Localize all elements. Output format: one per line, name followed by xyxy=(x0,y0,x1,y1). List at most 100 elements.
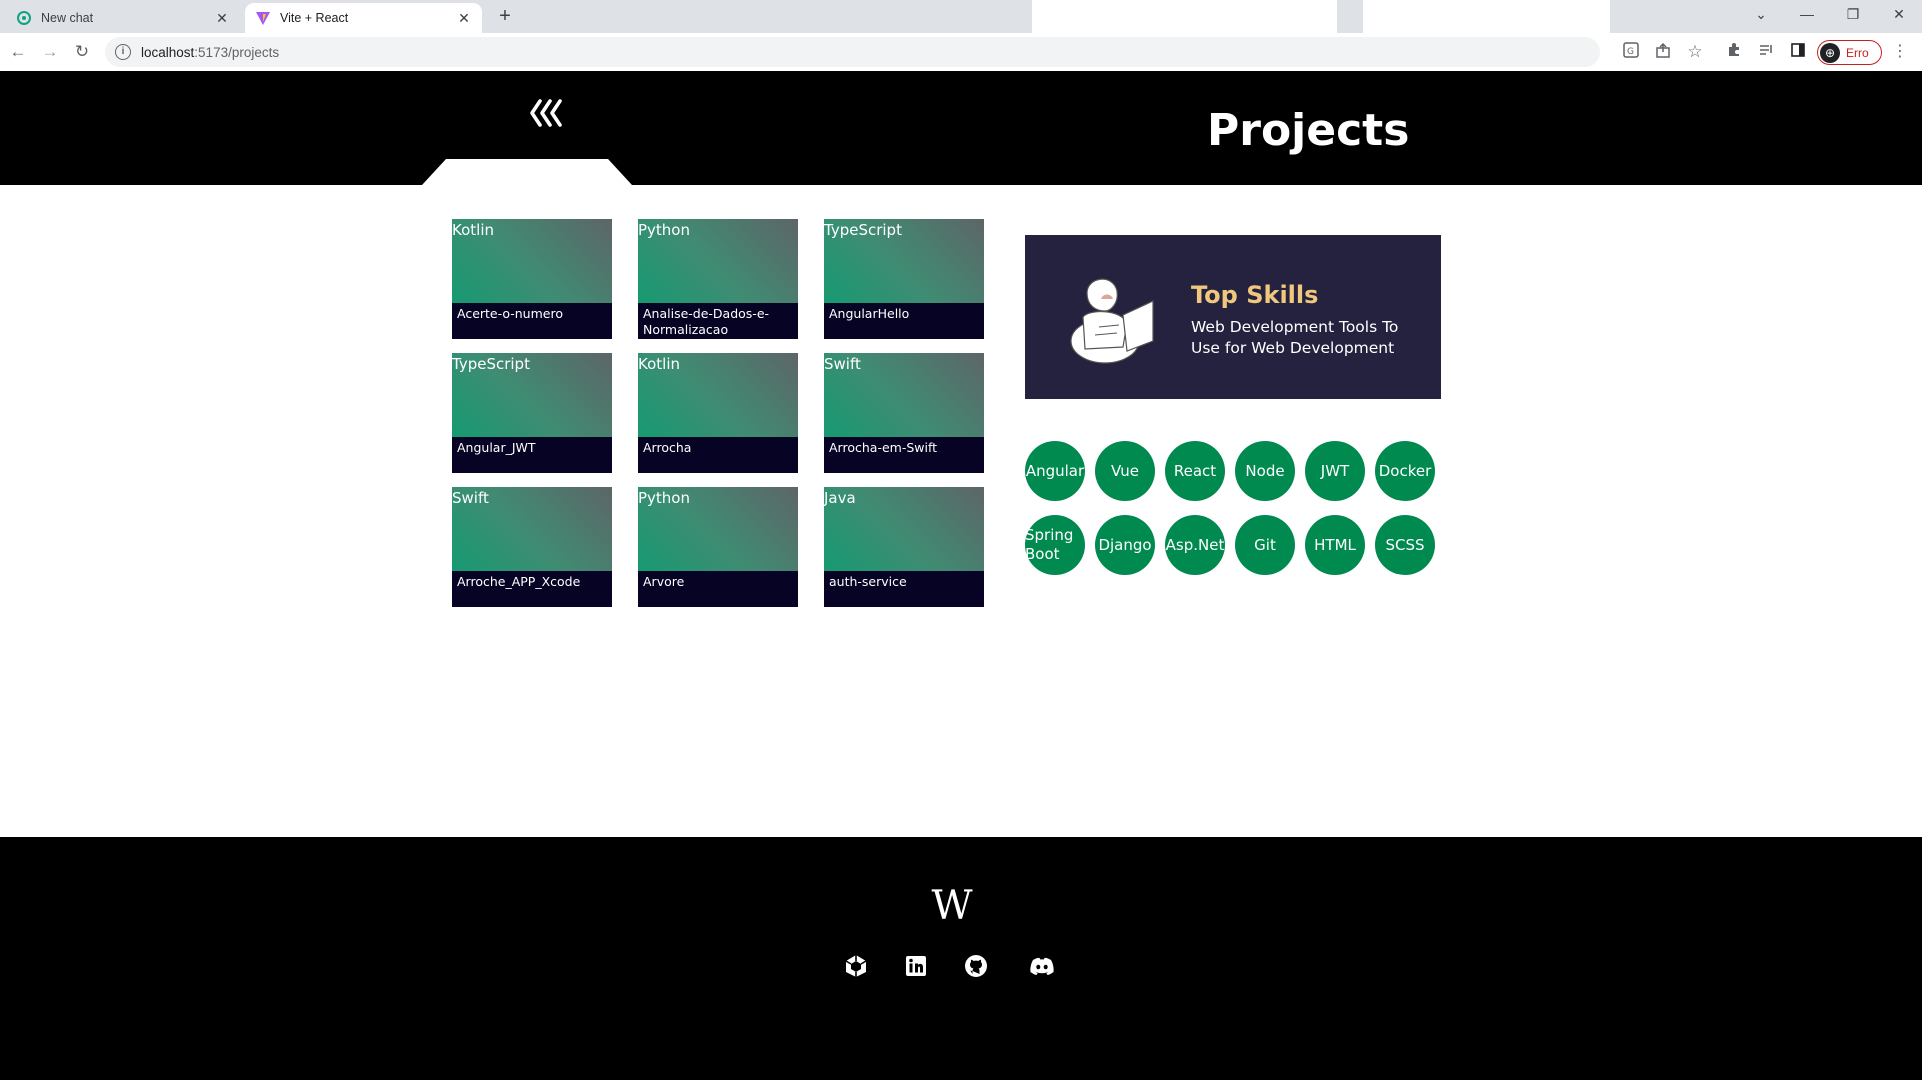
skill-badge: Git xyxy=(1235,515,1295,575)
restore-button[interactable]: ❐ xyxy=(1830,0,1876,30)
skill-badge: Angular xyxy=(1025,441,1085,501)
project-card[interactable]: Python Arvore xyxy=(638,487,798,607)
footer-logo: W xyxy=(931,883,973,929)
page-header: Projects xyxy=(0,71,1922,185)
skill-badge: Asp.Net xyxy=(1165,515,1225,575)
tab-strip: New chat ✕ Vite + React ✕ + ⌄ — ❐ ✕ xyxy=(0,0,1922,53)
profile-button[interactable]: ⊕ Erro xyxy=(1817,40,1882,65)
card-thumbnail: Swift xyxy=(824,353,984,437)
skill-badge: Spring Boot xyxy=(1025,515,1085,575)
card-name: Acerte-o-numero xyxy=(457,306,563,321)
card-thumbnail: Java xyxy=(824,487,984,571)
card-footer: AngularHello xyxy=(824,303,984,339)
translate-icon[interactable]: G xyxy=(1621,42,1641,62)
side-panel-icon[interactable] xyxy=(1788,42,1808,62)
triple-chevron-left-icon[interactable] xyxy=(528,95,568,131)
page-footer: W xyxy=(0,837,1922,1080)
card-footer: Arrocha xyxy=(638,437,798,473)
profile-label: Erro xyxy=(1846,45,1869,60)
skills-subtitle: Web Development Tools To Use for Web Dev… xyxy=(1191,318,1399,357)
browser-window: New chat ✕ Vite + React ✕ + ⌄ — ❐ ✕ ← → … xyxy=(0,0,1922,1080)
card-thumbnail: TypeScript xyxy=(452,353,612,437)
card-name: Arvore xyxy=(643,574,685,589)
card-language: Java xyxy=(824,489,856,507)
card-language: TypeScript xyxy=(452,355,530,373)
skill-badge: Django xyxy=(1095,515,1155,575)
bookmark-star-icon[interactable]: ☆ xyxy=(1685,42,1705,62)
minimize-button[interactable]: — xyxy=(1784,0,1830,30)
project-card[interactable]: Swift Arrocha-em-Swift xyxy=(824,353,984,473)
card-name: AngularHello xyxy=(829,306,910,321)
skill-badge: Docker xyxy=(1375,441,1435,501)
linkedin-icon[interactable] xyxy=(903,953,929,979)
reading-list-icon[interactable] xyxy=(1756,42,1776,62)
project-card[interactable]: TypeScript Angular_JWT xyxy=(452,353,612,473)
tab-vite-react[interactable]: Vite + React ✕ xyxy=(245,3,482,33)
project-card[interactable]: Swift Arroche_APP_Xcode xyxy=(452,487,612,607)
card-footer: auth-service xyxy=(824,571,984,607)
card-thumbnail: Python xyxy=(638,487,798,571)
menu-icon[interactable]: ⋮ xyxy=(1892,42,1908,62)
card-language: Kotlin xyxy=(638,355,680,373)
discord-icon[interactable] xyxy=(1028,953,1056,979)
page: Projects Kotlin Acerte-o-numero Python A… xyxy=(0,71,1922,1080)
developer-illustration xyxy=(1070,278,1154,364)
card-language: Swift xyxy=(824,355,861,373)
card-name: Arrocha xyxy=(643,440,692,455)
svg-text:G: G xyxy=(1627,47,1634,57)
project-card[interactable]: TypeScript AngularHello xyxy=(824,219,984,339)
project-card[interactable]: Kotlin Acerte-o-numero xyxy=(452,219,612,339)
avatar: ⊕ xyxy=(1820,42,1840,63)
address-bar[interactable]: i localhost:5173/projects xyxy=(105,37,1600,67)
card-language: Python xyxy=(638,489,690,507)
github-icon[interactable] xyxy=(963,953,989,979)
card-thumbnail: Python xyxy=(638,219,798,303)
tab-title: New chat xyxy=(41,11,94,25)
skill-badge: Node xyxy=(1235,441,1295,501)
forward-arrow-icon[interactable]: → xyxy=(40,42,60,62)
card-footer: Acerte-o-numero xyxy=(452,303,612,339)
card-footer: Arrocha-em-Swift xyxy=(824,437,984,473)
card-footer: Analise-de-Dados-e-Normalizacao xyxy=(638,303,798,339)
skill-badge: Vue xyxy=(1095,441,1155,501)
card-thumbnail: Swift xyxy=(452,487,612,571)
tab-title: Vite + React xyxy=(280,11,349,25)
chatgpt-icon xyxy=(16,10,32,26)
unity-icon[interactable] xyxy=(843,953,869,979)
project-card[interactable]: Kotlin Arrocha xyxy=(638,353,798,473)
project-card[interactable]: Python Analise-de-Dados-e-Normalizacao xyxy=(638,219,798,339)
vite-icon xyxy=(255,10,271,26)
card-language: Python xyxy=(638,221,690,239)
share-icon[interactable] xyxy=(1653,42,1673,62)
site-info-icon[interactable]: i xyxy=(115,44,131,60)
card-footer: Angular_JWT xyxy=(452,437,612,473)
top-skills-panel: Top Skills Web Development Tools To Use … xyxy=(1025,235,1441,399)
reload-icon[interactable]: ↻ xyxy=(72,42,92,62)
tab-new-chat[interactable]: New chat ✕ xyxy=(6,3,240,33)
project-card[interactable]: Java auth-service xyxy=(824,487,984,607)
card-thumbnail: Kotlin xyxy=(452,219,612,303)
skill-badge: JWT xyxy=(1305,441,1365,501)
card-name: Arrocha-em-Swift xyxy=(829,440,938,455)
card-language: TypeScript xyxy=(824,221,902,239)
card-name: Arroche_APP_Xcode xyxy=(457,574,581,589)
card-name: auth-service xyxy=(829,574,907,589)
skill-badge: React xyxy=(1165,441,1225,501)
skill-badge: HTML xyxy=(1305,515,1365,575)
card-name: Analise-de-Dados-e-Normalizacao xyxy=(643,306,770,337)
card-thumbnail: Kotlin xyxy=(638,353,798,437)
card-language: Swift xyxy=(452,489,489,507)
close-tab-icon[interactable]: ✕ xyxy=(456,10,472,27)
card-thumbnail: TypeScript xyxy=(824,219,984,303)
new-tab-button[interactable]: + xyxy=(494,5,516,27)
tab-search-icon[interactable]: ⌄ xyxy=(1738,0,1784,30)
skills-heading: Top Skills xyxy=(1191,281,1319,309)
header-notch xyxy=(422,159,632,185)
close-window-button[interactable]: ✕ xyxy=(1876,0,1922,30)
card-name: Angular_JWT xyxy=(457,440,536,455)
extensions-icon[interactable] xyxy=(1724,42,1744,62)
back-arrow-icon[interactable]: ← xyxy=(8,42,28,62)
url-text: localhost:5173/projects xyxy=(141,44,280,60)
close-tab-icon[interactable]: ✕ xyxy=(214,10,230,27)
card-language: Kotlin xyxy=(452,221,494,239)
